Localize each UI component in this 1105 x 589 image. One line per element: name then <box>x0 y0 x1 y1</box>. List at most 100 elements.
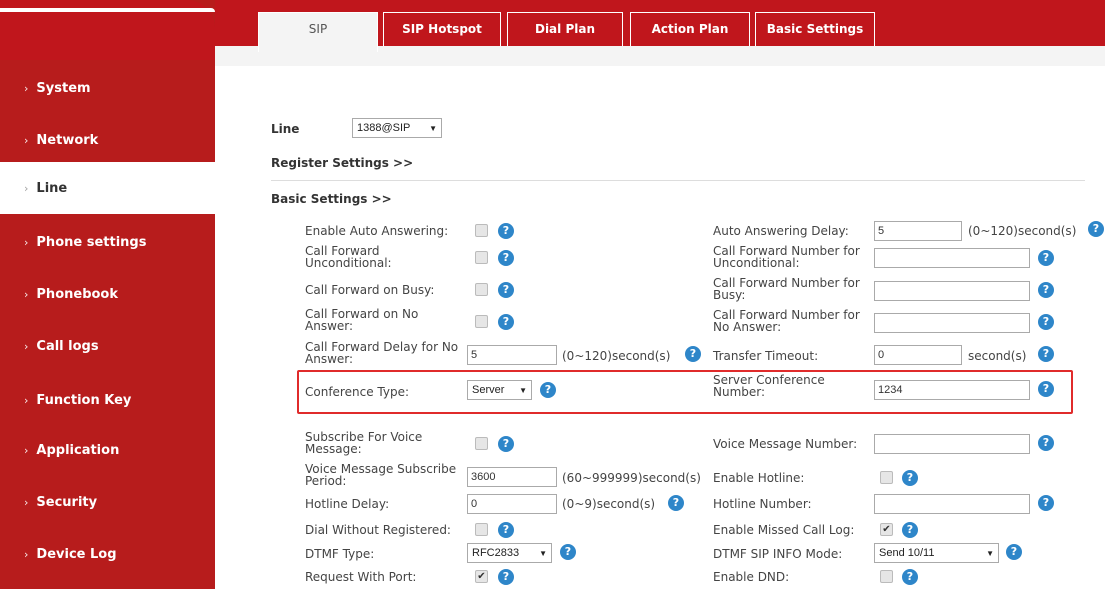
enable-dnd-checkbox[interactable] <box>880 570 893 583</box>
auto-answering-delay-label: Auto Answering Delay: <box>713 224 849 238</box>
cf-delay-unit: (0~120)second(s) <box>562 349 671 363</box>
tab-sip[interactable]: SIP <box>258 12 378 52</box>
voice-message-number-input[interactable] <box>874 434 1030 454</box>
help-icon[interactable]: ? <box>498 522 514 538</box>
help-icon[interactable]: ? <box>498 314 514 330</box>
help-icon[interactable]: ? <box>1038 314 1054 330</box>
hotline-number-input[interactable] <box>874 494 1030 514</box>
cf-unconditional-checkbox[interactable] <box>475 251 488 264</box>
help-icon[interactable]: ? <box>1088 221 1104 237</box>
sidebar-item-function-key[interactable]: › Function Key <box>0 374 215 426</box>
vm-subscribe-period-input[interactable] <box>467 467 557 487</box>
sidebar-item-label: Application <box>36 442 120 458</box>
help-icon[interactable]: ? <box>498 250 514 266</box>
sidebar-item-device-log[interactable]: › Device Log <box>0 528 215 580</box>
cf-busy-label: Call Forward on Busy: <box>305 283 435 297</box>
auto-answering-delay-input[interactable] <box>874 221 962 241</box>
cf-unconditional-label: Call Forward Unconditional: <box>305 244 392 270</box>
hotline-number-label: Hotline Number: <box>713 497 812 511</box>
help-icon[interactable]: ? <box>540 382 556 398</box>
help-icon[interactable]: ? <box>498 223 514 239</box>
sidebar-item-security[interactable]: › Security <box>0 476 215 528</box>
server-conference-number-label: Server Conference Number: <box>713 373 825 399</box>
help-icon[interactable]: ? <box>902 470 918 486</box>
sidebar-item-system[interactable]: › System <box>0 62 215 114</box>
help-icon[interactable]: ? <box>668 495 684 511</box>
cf-delay-input[interactable] <box>467 345 557 365</box>
help-icon[interactable]: ? <box>1038 250 1054 266</box>
dtmf-type-value: RFC2833 <box>472 547 520 559</box>
cf-delay-label: Call Forward Delay for No Answer: <box>305 340 459 366</box>
help-icon[interactable]: ? <box>1038 346 1054 362</box>
basic-settings-toggle[interactable]: Basic Settings >> <box>271 193 392 205</box>
enable-hotline-checkbox[interactable] <box>880 471 893 484</box>
help-icon[interactable]: ? <box>498 436 514 452</box>
chevron-right-icon: › <box>24 495 29 509</box>
help-icon[interactable]: ? <box>498 282 514 298</box>
enable-auto-answering-checkbox[interactable] <box>475 224 488 237</box>
sidebar: › System › Network › Line › Phone settings ›… <box>0 0 215 589</box>
conference-type-value: Server <box>472 384 505 396</box>
help-icon[interactable]: ? <box>1038 495 1054 511</box>
chevron-down-icon: ▼ <box>519 385 527 395</box>
conference-type-select[interactable]: Server ▼ <box>467 380 532 400</box>
sidebar-item-label: Device Log <box>36 546 117 562</box>
chevron-right-icon: › <box>24 339 29 353</box>
tab-sip-hotspot[interactable]: SIP Hotspot <box>383 12 501 46</box>
dtmf-sip-info-mode-select[interactable]: Send 10/11 ▼ <box>874 543 999 563</box>
cf-no-answer-checkbox[interactable] <box>475 315 488 328</box>
chevron-right-icon: › <box>24 235 29 249</box>
help-icon[interactable]: ? <box>902 569 918 585</box>
tab-action-plan[interactable]: Action Plan <box>630 12 750 46</box>
cf-number-no-answer-input[interactable] <box>874 313 1030 333</box>
enable-missed-call-log-checkbox[interactable]: ✔ <box>880 523 893 536</box>
sidebar-item-network[interactable]: › Network <box>0 114 215 166</box>
vm-subscribe-period-unit: (60~999999)second(s) <box>562 471 701 485</box>
hotline-delay-input[interactable] <box>467 494 557 514</box>
cf-no-answer-label: Call Forward on No Answer: <box>305 307 419 333</box>
request-with-port-checkbox[interactable]: ✔ <box>475 570 488 583</box>
divider <box>271 180 1085 181</box>
help-icon[interactable]: ? <box>560 544 576 560</box>
request-with-port-label: Request With Port: <box>305 570 417 584</box>
help-icon[interactable]: ? <box>1038 381 1054 397</box>
subscribe-voice-message-checkbox[interactable] <box>475 437 488 450</box>
dtmf-sip-info-mode-label: DTMF SIP INFO Mode: <box>713 547 843 561</box>
help-icon[interactable]: ? <box>1038 282 1054 298</box>
sidebar-item-call-logs[interactable]: › Call logs <box>0 320 215 372</box>
transfer-timeout-input[interactable] <box>874 345 962 365</box>
help-icon[interactable]: ? <box>498 569 514 585</box>
chevron-right-icon: › <box>24 133 29 147</box>
sidebar-item-label: System <box>36 80 91 96</box>
chevron-down-icon: ▼ <box>986 548 994 558</box>
sidebar-item-label: Call logs <box>36 338 99 354</box>
cf-number-busy-label: Call Forward Number for Busy: <box>713 276 860 302</box>
sidebar-item-line[interactable]: › Line <box>0 162 215 214</box>
cf-busy-checkbox[interactable] <box>475 283 488 296</box>
hotline-delay-label: Hotline Delay: <box>305 497 390 511</box>
dial-without-registered-checkbox[interactable] <box>475 523 488 536</box>
help-icon[interactable]: ? <box>1038 435 1054 451</box>
cf-number-no-answer-label: Call Forward Number for No Answer: <box>713 308 860 334</box>
sidebar-item-phonebook[interactable]: › Phonebook <box>0 268 215 320</box>
line-label: Line <box>271 122 300 136</box>
sidebar-item-phone-settings[interactable]: › Phone settings <box>0 216 215 268</box>
help-icon[interactable]: ? <box>902 522 918 538</box>
server-conference-number-input[interactable] <box>874 380 1030 400</box>
cf-number-unconditional-input[interactable] <box>874 248 1030 268</box>
enable-auto-answering-label: Enable Auto Answering: <box>305 224 449 238</box>
tab-basic-settings[interactable]: Basic Settings <box>755 12 875 46</box>
dtmf-type-select[interactable]: RFC2833 ▼ <box>467 543 552 563</box>
line-select[interactable]: 1388@SIP ▼ <box>352 118 442 138</box>
cf-number-busy-input[interactable] <box>874 281 1030 301</box>
chevron-right-icon: › <box>24 547 29 561</box>
register-settings-toggle[interactable]: Register Settings >> <box>271 157 413 169</box>
sidebar-item-label: Line <box>36 180 68 196</box>
help-icon[interactable]: ? <box>685 346 701 362</box>
tab-dial-plan[interactable]: Dial Plan <box>507 12 623 46</box>
sidebar-item-label: Security <box>36 494 98 510</box>
help-icon[interactable]: ? <box>1006 544 1022 560</box>
auto-answering-delay-unit: (0~120)second(s) <box>968 224 1077 238</box>
sidebar-item-application[interactable]: › Application <box>0 424 215 476</box>
dtmf-type-label: DTMF Type: <box>305 547 375 561</box>
